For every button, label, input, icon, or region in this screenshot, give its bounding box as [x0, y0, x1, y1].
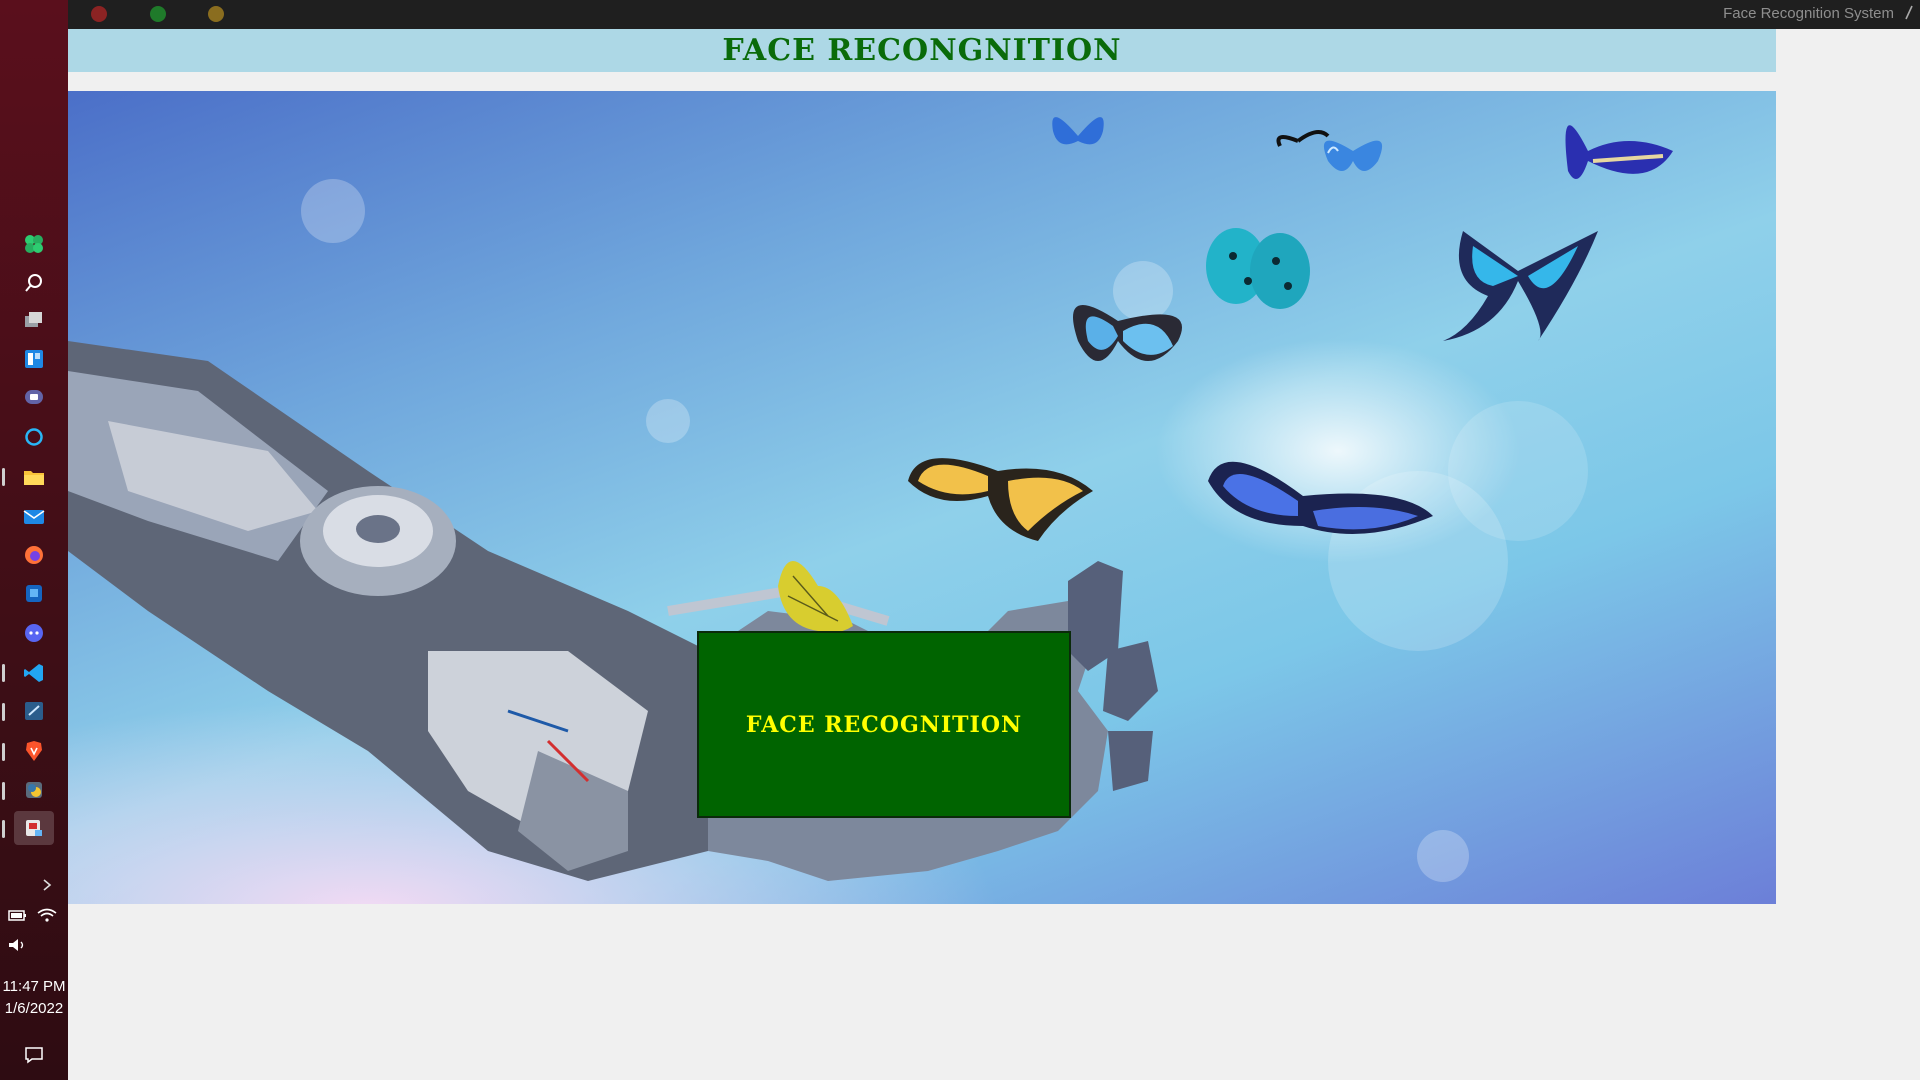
- widgets-board-icon[interactable]: [14, 342, 54, 376]
- butterflies-illustration: [778, 117, 1673, 633]
- wifi-icon[interactable]: [32, 898, 62, 932]
- file-explorer-icon[interactable]: [14, 460, 54, 494]
- task-view-icon[interactable]: [14, 303, 54, 337]
- mail-icon[interactable]: [14, 500, 54, 534]
- window-title: Face Recognition System: [1723, 5, 1894, 22]
- chevron-right-icon[interactable]: [30, 868, 64, 902]
- discord-icon[interactable]: [14, 616, 54, 650]
- minimize-window-button[interactable]: [150, 6, 166, 22]
- header-bar: FACE RECONGNITION: [68, 29, 1776, 72]
- python-icon[interactable]: [14, 773, 54, 807]
- face-recognition-app-icon[interactable]: [14, 811, 54, 845]
- close-window-button[interactable]: [91, 6, 107, 22]
- page-title: FACE RECONGNITION: [722, 33, 1122, 68]
- face-recognition-button-label: FACE RECOGNITION: [745, 711, 1023, 738]
- face-recognition-button[interactable]: FACE RECOGNITION: [697, 631, 1071, 818]
- pen-icon: [1905, 5, 1913, 20]
- hero-image: FACE RECOGNITION: [68, 91, 1776, 904]
- notification-icon[interactable]: [14, 1038, 54, 1072]
- clock-time[interactable]: 11:47 PM: [0, 978, 68, 995]
- app-store-icon[interactable]: [14, 576, 54, 610]
- vscode-icon[interactable]: [14, 656, 54, 690]
- maximize-window-button[interactable]: [208, 6, 224, 22]
- teams-icon[interactable]: [14, 380, 54, 414]
- battery-icon[interactable]: [2, 898, 32, 932]
- code-editor-icon[interactable]: [14, 694, 54, 728]
- taskbar: 11:47 PM 1/6/2022: [0, 0, 68, 1080]
- window-title-bar: Face Recognition System: [68, 0, 1920, 29]
- firefox-icon[interactable]: [14, 538, 54, 572]
- volume-icon[interactable]: [2, 928, 32, 962]
- cortana-icon[interactable]: [14, 420, 54, 454]
- brave-icon[interactable]: [14, 734, 54, 768]
- search-icon[interactable]: [14, 266, 54, 300]
- clock-date[interactable]: 1/6/2022: [0, 1000, 68, 1017]
- widgets-icon[interactable]: [14, 227, 54, 261]
- app-window: FACE RECONGNITION FACE RECOGNITION: [68, 29, 1920, 1080]
